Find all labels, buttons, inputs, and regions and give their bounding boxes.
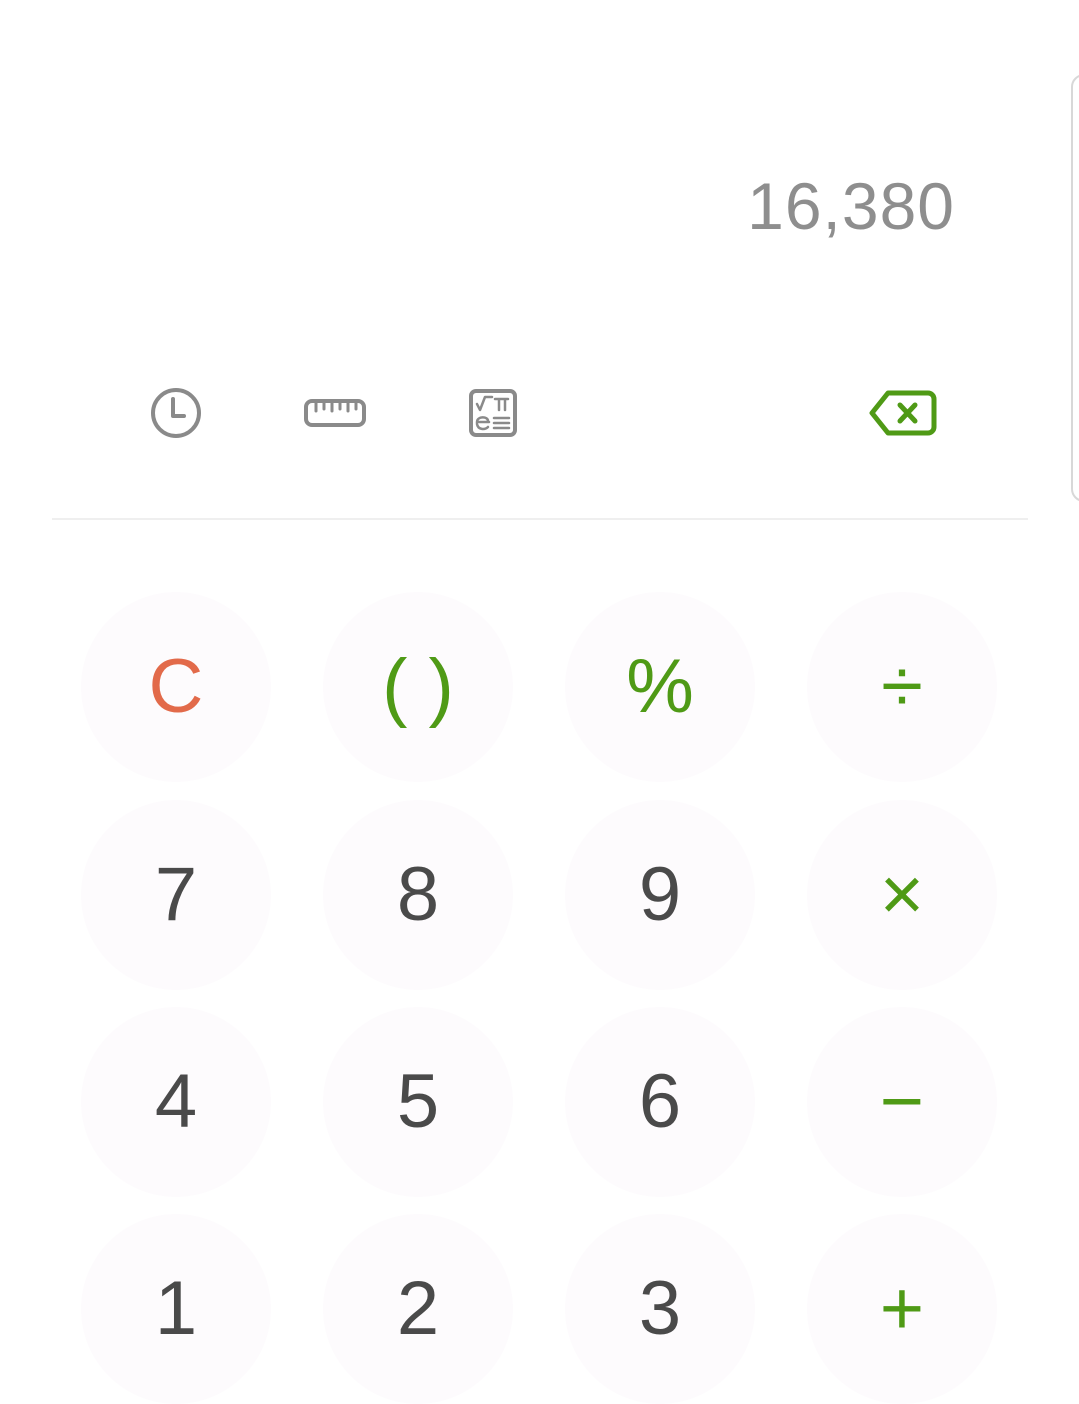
unit-converter-button[interactable] — [300, 380, 370, 446]
scientific-functions-icon — [469, 389, 517, 437]
digit-6-label: 6 — [638, 1059, 682, 1144]
digit-1-button[interactable]: 1 — [81, 1214, 271, 1404]
digit-8-button[interactable]: 8 — [323, 800, 513, 990]
divide-label: ÷ — [881, 644, 923, 729]
parentheses-label: ( ) — [382, 644, 454, 729]
result-text: 16,380 — [747, 169, 955, 243]
multiply-label: × — [879, 852, 925, 937]
toolbar — [0, 380, 1079, 450]
plus-button[interactable]: + — [807, 1214, 997, 1404]
digit-3-button[interactable]: 3 — [565, 1214, 755, 1404]
calculator-display: 16,380 — [0, 0, 1079, 360]
digit-8-label: 8 — [396, 852, 440, 937]
digit-2-label: 2 — [396, 1266, 440, 1351]
digit-4-button[interactable]: 4 — [81, 1007, 271, 1197]
backspace-icon — [869, 390, 937, 436]
clear-button[interactable]: C — [81, 592, 271, 782]
digit-3-label: 3 — [638, 1266, 682, 1351]
ruler-icon — [304, 399, 366, 427]
plus-label: + — [879, 1266, 925, 1351]
clock-icon — [151, 388, 201, 438]
backspace-button[interactable] — [866, 380, 940, 446]
digit-4-label: 4 — [154, 1059, 198, 1144]
digit-9-button[interactable]: 9 — [565, 800, 755, 990]
minus-button[interactable]: − — [807, 1007, 997, 1197]
history-button[interactable] — [140, 380, 212, 446]
digit-9-label: 9 — [638, 852, 682, 937]
percent-button[interactable]: % — [565, 592, 755, 782]
minus-label: − — [879, 1059, 925, 1144]
scientific-mode-button[interactable] — [462, 380, 524, 446]
percent-label: % — [626, 644, 694, 729]
digit-2-button[interactable]: 2 — [323, 1214, 513, 1404]
parentheses-button[interactable]: ( ) — [323, 592, 513, 782]
digit-7-label: 7 — [154, 852, 198, 937]
digit-7-button[interactable]: 7 — [81, 800, 271, 990]
digit-1-label: 1 — [154, 1266, 198, 1351]
clear-label: C — [148, 644, 204, 729]
digit-5-label: 5 — [396, 1059, 440, 1144]
divider — [52, 518, 1028, 520]
digit-5-button[interactable]: 5 — [323, 1007, 513, 1197]
digit-6-button[interactable]: 6 — [565, 1007, 755, 1197]
multiply-button[interactable]: × — [807, 800, 997, 990]
divide-button[interactable]: ÷ — [807, 592, 997, 782]
